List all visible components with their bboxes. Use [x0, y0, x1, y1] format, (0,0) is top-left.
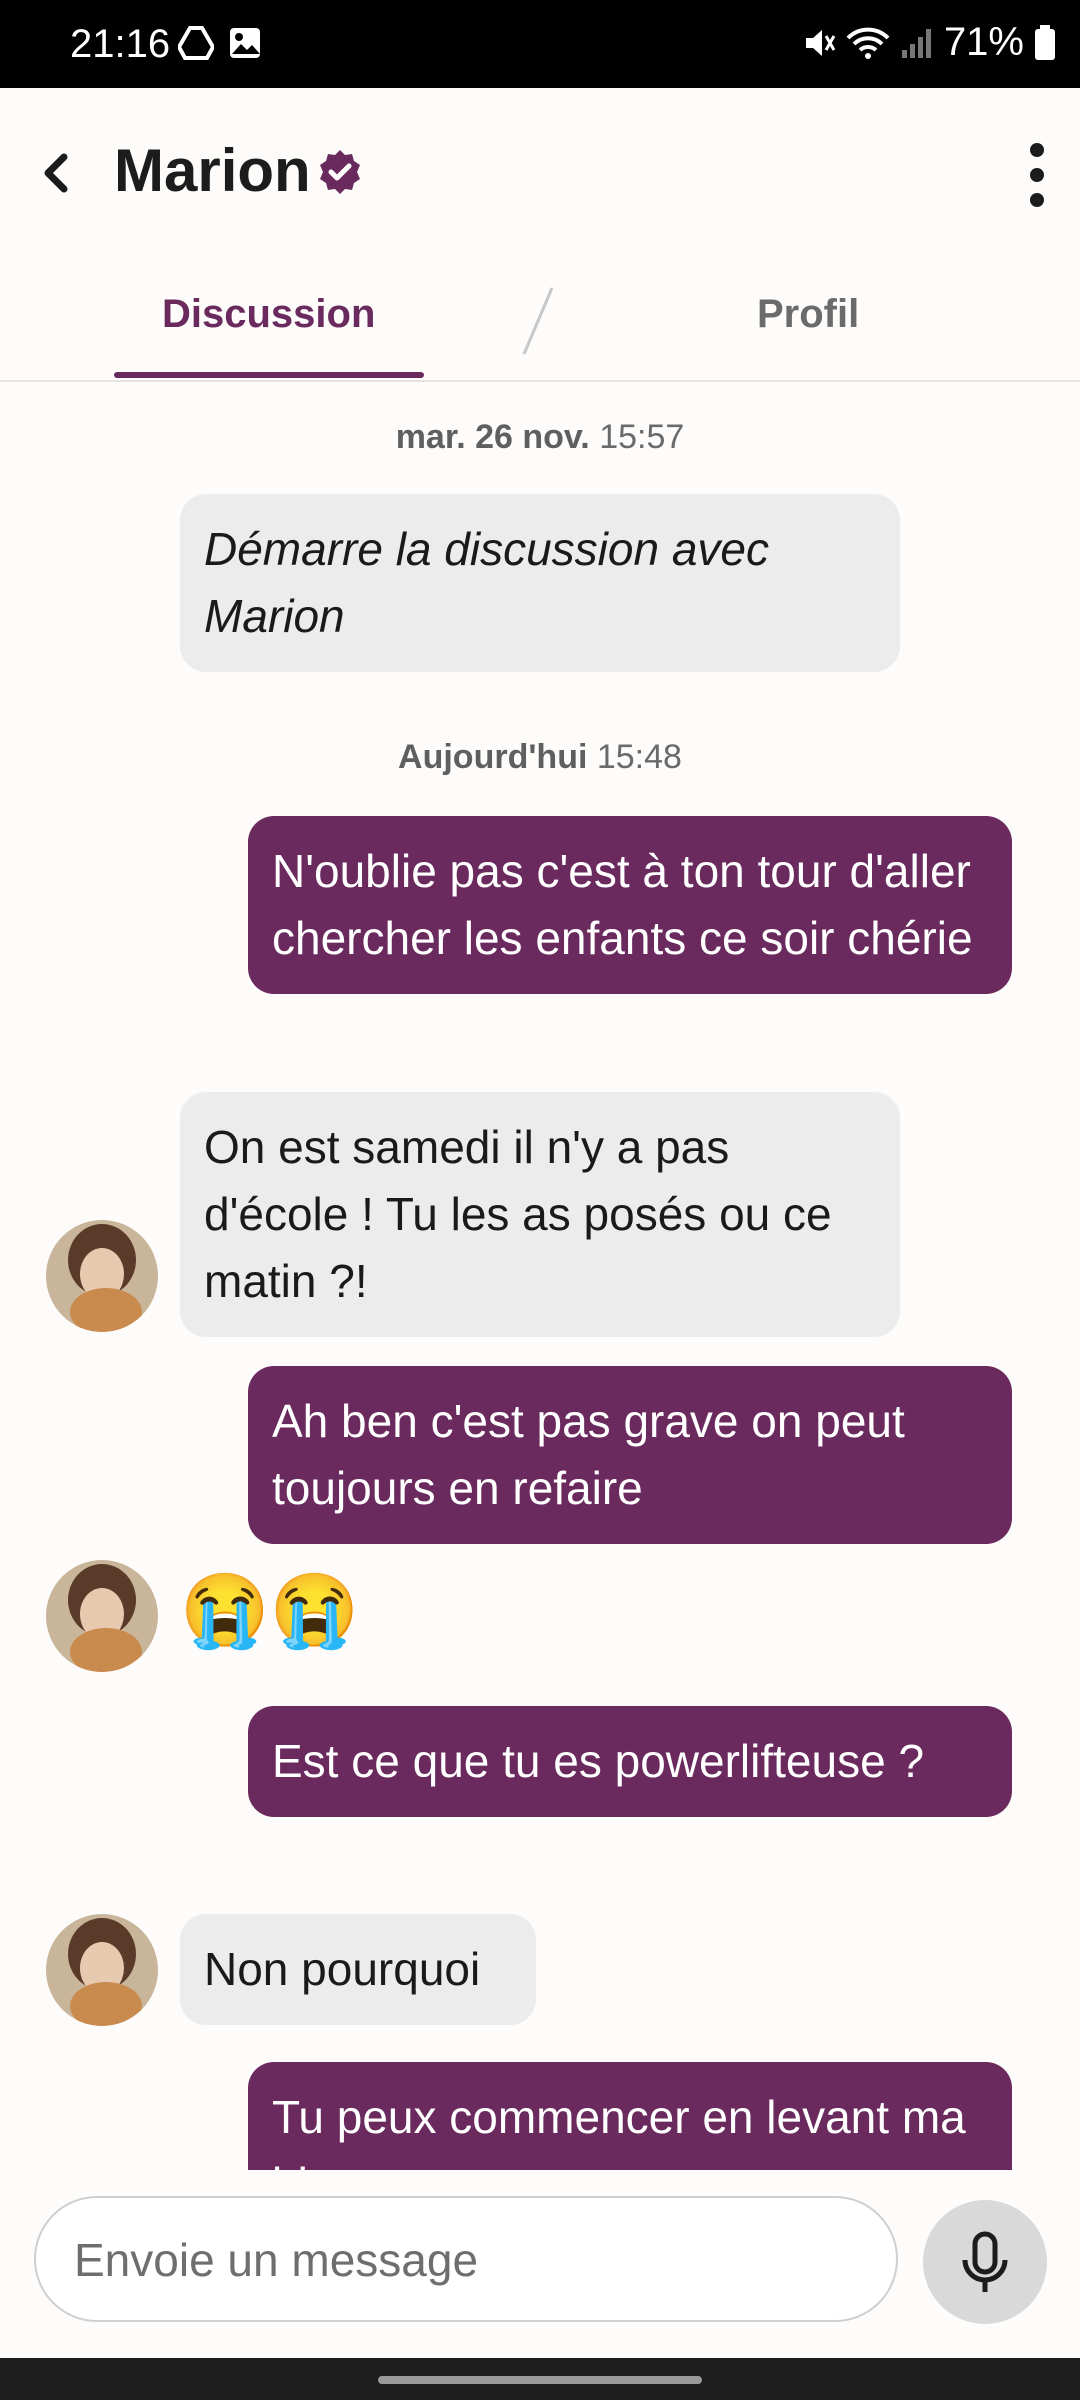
date-day: Aujourd'hui — [398, 738, 588, 776]
message-composer — [0, 2170, 1080, 2358]
outgoing-message[interactable]: Ah ben c'est pas grave on peut toujours … — [248, 1366, 1012, 1544]
more-options-icon[interactable] — [1022, 140, 1052, 210]
system-icons: 71% — [802, 20, 1056, 65]
drive-icon — [178, 26, 214, 60]
date-separator: Aujourd'hui 15:48 — [0, 738, 1080, 777]
outgoing-message[interactable]: N'oublie pas c'est à ton tour d'aller ch… — [248, 816, 1012, 994]
battery-icon — [1035, 24, 1055, 60]
outgoing-message[interactable]: Est ce que tu es powerlifteuse ? — [248, 1706, 1012, 1817]
signal-icon — [901, 28, 931, 58]
emoji-message[interactable]: 😭😭 — [180, 1568, 359, 1653]
outgoing-message[interactable]: Tu peux commencer en levant ma bite — [248, 2062, 1012, 2170]
verified-badge-icon — [320, 150, 360, 194]
contact-name[interactable]: Marion — [114, 136, 311, 205]
wifi-icon — [846, 27, 890, 59]
contact-avatar[interactable] — [46, 1220, 158, 1332]
contact-avatar[interactable] — [46, 1560, 158, 1672]
active-tab-indicator — [114, 372, 424, 378]
back-arrow-icon[interactable] — [34, 143, 82, 203]
message-input-field[interactable] — [34, 2196, 898, 2322]
message-input[interactable] — [72, 2232, 856, 2288]
tab-profile[interactable]: Profil — [757, 292, 859, 337]
contact-avatar[interactable] — [46, 1914, 158, 2026]
microphone-icon — [962, 2231, 1008, 2292]
date-time: 15:48 — [596, 738, 682, 776]
mute-icon — [805, 29, 836, 56]
notification-icons — [178, 26, 262, 60]
battery-percent: 71% — [943, 20, 1024, 64]
tab-divider — [522, 287, 554, 355]
message-list[interactable]: mar. 26 nov. 15:57 Démarre la discussion… — [0, 380, 1080, 2170]
tab-bar: Discussion Profil — [0, 262, 1080, 382]
incoming-message[interactable]: Non pourquoi — [180, 1914, 536, 2025]
status-bar: 21:16 71% — [0, 0, 1080, 88]
system-navigation-bar — [0, 2358, 1080, 2400]
home-gesture-handle[interactable] — [378, 2376, 702, 2384]
date-separator: mar. 26 nov. 15:57 — [0, 418, 1080, 457]
gallery-icon — [230, 28, 260, 58]
chat-header: Marion — [0, 88, 1080, 262]
incoming-message[interactable]: On est samedi il n'y a pas d'école ! Tu … — [180, 1092, 900, 1337]
status-time: 21:16 — [70, 22, 171, 66]
date-day: mar. 26 nov. — [395, 418, 590, 456]
system-message: Démarre la discussion avec Marion — [180, 494, 900, 672]
voice-message-button[interactable] — [923, 2200, 1047, 2324]
date-time: 15:57 — [599, 418, 685, 456]
tab-discussion[interactable]: Discussion — [162, 292, 375, 337]
